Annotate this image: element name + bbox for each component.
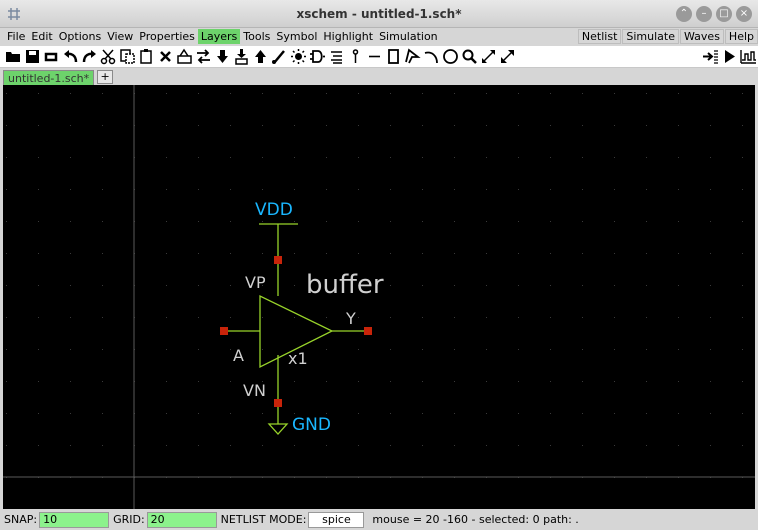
gnd-symbol [267, 423, 289, 435]
brush-icon[interactable] [270, 47, 289, 66]
menu-highlight[interactable]: Highlight [320, 29, 376, 44]
schematic-drawing[interactable]: VDD GND VP A Y VN buffer x1 [3, 85, 755, 509]
menu-options[interactable]: Options [56, 29, 104, 44]
undo-icon[interactable] [61, 47, 80, 66]
cut-icon[interactable] [99, 47, 118, 66]
netlist-arrow-icon[interactable] [701, 47, 720, 66]
a-pin[interactable] [220, 327, 228, 335]
symbol-name-label: buffer [306, 270, 384, 300]
menu-layers[interactable]: Layers [197, 29, 241, 44]
grid-label: GRID: [113, 513, 145, 526]
netlist-mode-label: NETLIST MODE: [220, 513, 307, 526]
menu-bar: File Edit Options View Properties Layers… [0, 28, 758, 45]
list-icon[interactable] [327, 47, 346, 66]
vn-pin-label: VN [243, 381, 266, 400]
netlist-push-icon[interactable] [232, 47, 251, 66]
tab-bar: untitled-1.sch* + [0, 68, 758, 85]
save-icon[interactable] [23, 47, 42, 66]
circle-icon[interactable] [441, 47, 460, 66]
simulate-play-icon[interactable] [720, 47, 739, 66]
insert-symbol-icon[interactable] [175, 47, 194, 66]
rect-icon[interactable] [384, 47, 403, 66]
window-up-button[interactable]: ⌃ [676, 6, 692, 22]
menu-simulate[interactable]: Simulate [622, 29, 679, 44]
push-down-icon[interactable] [213, 47, 232, 66]
menu-properties[interactable]: Properties [136, 29, 198, 44]
waves-icon[interactable] [739, 47, 758, 66]
menu-file[interactable]: File [4, 29, 28, 44]
menu-netlist[interactable]: Netlist [577, 29, 622, 44]
open-icon[interactable] [4, 47, 23, 66]
line-icon[interactable] [365, 47, 384, 66]
polygon-icon[interactable] [403, 47, 422, 66]
pin-icon[interactable] [346, 47, 365, 66]
swap-icon[interactable] [194, 47, 213, 66]
redo-icon[interactable] [80, 47, 99, 66]
menu-edit[interactable]: Edit [28, 29, 55, 44]
window-minimize-button[interactable]: – [696, 6, 712, 22]
status-info: mouse = 20 -160 - selected: 0 path: . [372, 513, 579, 526]
title-bar: xschem - untitled-1.sch* ⌃ – □ × [0, 0, 758, 28]
add-tab-button[interactable]: + [97, 70, 114, 84]
y-pin[interactable] [364, 327, 372, 335]
zoom-out-icon[interactable] [498, 47, 517, 66]
vn-pin[interactable] [274, 399, 282, 407]
zoom-in-icon[interactable] [479, 47, 498, 66]
menu-help[interactable]: Help [724, 29, 758, 44]
grid-input[interactable]: 20 [146, 511, 217, 528]
snap-input[interactable]: 10 [39, 511, 110, 528]
menu-symbol[interactable]: Symbol [273, 29, 320, 44]
status-bar: SNAP: 10 GRID: 20 NETLIST MODE: spice mo… [0, 509, 758, 530]
toolbar [0, 46, 758, 68]
highlight-icon[interactable] [289, 47, 308, 66]
vp-pin-label: VP [245, 273, 266, 292]
schematic-canvas[interactable]: VDD GND VP A Y VN buffer x1 [3, 85, 755, 509]
symbol-gate-icon[interactable] [308, 47, 327, 66]
zoom-icon[interactable] [460, 47, 479, 66]
arc-icon[interactable] [422, 47, 441, 66]
window-title: xschem - untitled-1.sch* [296, 7, 462, 21]
menu-view[interactable]: View [104, 29, 136, 44]
paste-icon[interactable] [137, 47, 156, 66]
window-maximize-button[interactable]: □ [716, 6, 732, 22]
a-pin-label: A [233, 346, 244, 365]
menu-tools[interactable]: Tools [240, 29, 273, 44]
copy-icon[interactable] [118, 47, 137, 66]
gnd-label: GND [292, 415, 331, 435]
pop-up-icon[interactable] [251, 47, 270, 66]
window-close-button[interactable]: × [736, 6, 752, 22]
tab-untitled-1[interactable]: untitled-1.sch* [3, 70, 95, 85]
y-pin-label: Y [345, 309, 356, 328]
snap-label: SNAP: [4, 513, 38, 526]
vp-pin[interactable] [274, 256, 282, 264]
vdd-label: VDD [255, 200, 293, 220]
reload-icon[interactable] [42, 47, 61, 66]
menu-simulation[interactable]: Simulation [376, 29, 441, 44]
menu-waves[interactable]: Waves [680, 29, 724, 44]
netlist-mode-value[interactable]: spice [308, 511, 365, 528]
instance-name-label: x1 [288, 349, 308, 368]
delete-icon[interactable] [156, 47, 175, 66]
